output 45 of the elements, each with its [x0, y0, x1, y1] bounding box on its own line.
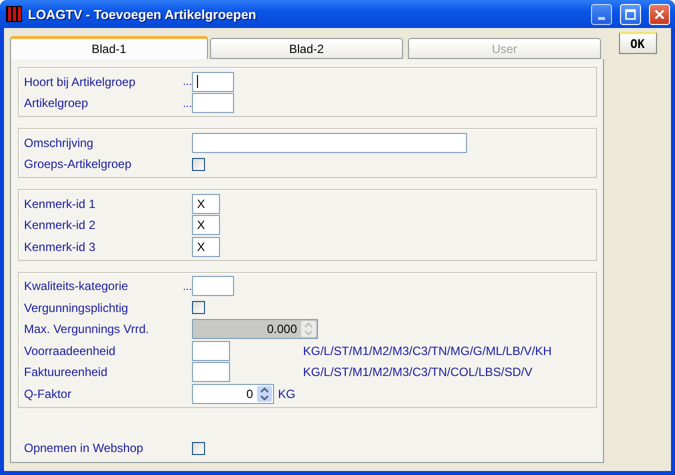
unit-field[interactable]	[192, 340, 230, 361]
close-button[interactable]	[649, 4, 670, 24]
field-label: Kenmerk-id 3	[24, 240, 96, 254]
code-field[interactable]: X	[192, 236, 220, 257]
field-label: Voorraadeenheid	[24, 344, 116, 358]
field-label: Kwaliteits-kategorie	[24, 279, 130, 294]
lookup-field[interactable]	[192, 93, 234, 114]
maximize-button[interactable]	[620, 4, 641, 24]
unit-hint: KG/L/ST/M1/M2/M3/C3/TN/COL/LBS/SD/V	[303, 365, 532, 380]
lookup-dots: ...	[182, 280, 192, 293]
code-field[interactable]: X	[192, 194, 220, 214]
tab[interactable]: Blad-1	[10, 36, 208, 59]
spin-field[interactable]: 0	[192, 384, 274, 404]
lookup-dots: ...	[182, 96, 192, 110]
field-label: Max. Vergunnings Vrrd.	[24, 322, 150, 336]
field-label: Omschrijving	[24, 136, 94, 150]
app-icon	[6, 6, 22, 22]
minimize-icon	[598, 17, 605, 20]
maximize-icon	[625, 8, 636, 20]
unit-hint: KG/L/ST/M1/M2/M3/C3/TN/MG/G/ML/LB/V/KH	[303, 344, 552, 358]
field-label: Kenmerk-id 2	[24, 218, 96, 232]
field-label: Groeps-Artikelgroep	[24, 157, 132, 172]
field-label: Faktuureenheid	[24, 365, 108, 380]
field-label: Hoort bij Artikelgroep	[24, 74, 136, 89]
unit-field[interactable]	[192, 362, 230, 382]
checkbox[interactable]	[192, 158, 205, 171]
field-label: Q-Faktor	[24, 386, 72, 401]
ok-button[interactable]: OK	[618, 32, 656, 54]
text-field[interactable]	[192, 132, 467, 153]
close-icon	[654, 8, 665, 20]
field-label: Kenmerk-id 1	[24, 196, 96, 211]
field-label: Opnemen in Webshop	[24, 441, 144, 456]
field-label: Vergunningsplichtig	[24, 300, 130, 315]
lookup-field[interactable]	[192, 276, 234, 296]
field-label: Artikelgroep	[24, 96, 90, 110]
window-title: LOAGTV - Toevoegen Artikelgroepen	[28, 6, 258, 22]
spin-arrows-icon[interactable]	[260, 386, 269, 401]
checkbox[interactable]	[192, 442, 205, 455]
checkbox[interactable]	[192, 301, 205, 314]
lookup-field[interactable]	[192, 72, 234, 92]
minimize-button[interactable]	[591, 4, 612, 24]
lookup-dots: ...	[182, 75, 192, 88]
tab[interactable]: Blad-2	[210, 38, 403, 59]
unit-label: KG	[278, 386, 296, 401]
code-field[interactable]: X	[192, 215, 220, 236]
